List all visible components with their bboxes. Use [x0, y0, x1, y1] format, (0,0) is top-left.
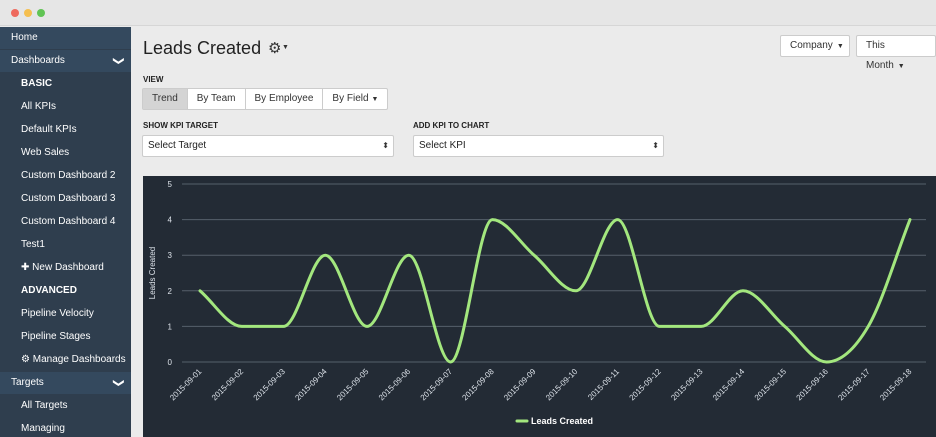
sidebar-item-label: Pipeline Stages [21, 331, 91, 342]
sidebar-item-label: All Targets [21, 400, 68, 411]
sidebar-item-web-sales[interactable]: Web Sales [0, 142, 131, 164]
sidebar: Home Dashboards ❯ BASIC All KPIs Default KPIs… [0, 27, 131, 437]
sidebar-item-label: Dashboards [11, 55, 65, 66]
x-tick-label: 2015-09-17 [836, 367, 872, 403]
kpi-target-label: SHOW KPI TARGET [143, 121, 218, 130]
gear-icon[interactable]: ⚙ [268, 39, 281, 57]
period-filter-button[interactable]: This Month ▼ [856, 35, 936, 71]
sidebar-item-managing[interactable]: Managing [0, 418, 131, 437]
y-tick-label: 4 [168, 216, 173, 225]
sidebar-item-home[interactable]: Home [0, 27, 131, 49]
sidebar-item-custom-dashboard-3[interactable]: Custom Dashboard 3 [0, 188, 131, 210]
sidebar-item-label: Targets [11, 377, 44, 388]
period-filter-label: This Month [866, 40, 894, 71]
sidebar-item-label: Custom Dashboard 4 [21, 216, 116, 227]
minimize-window-button[interactable] [24, 9, 32, 17]
sidebar-item-label: ADVANCED [21, 285, 77, 296]
tab-by-employee[interactable]: By Employee [246, 89, 324, 109]
kpi-target-value: Select Target [148, 140, 207, 151]
sidebar-item-label: ⚙ Manage Dashboards [21, 354, 126, 365]
sidebar-item-all-targets[interactable]: All Targets [0, 395, 131, 417]
company-filter-button[interactable]: Company ▼ [780, 35, 850, 57]
sidebar-item-new-dashboard[interactable]: ✚ New Dashboard [0, 257, 131, 279]
tab-by-field[interactable]: By Field ▼ [323, 89, 387, 109]
kpi-target-select[interactable]: Select Target ⬍ [142, 135, 394, 157]
x-tick-label: 2015-09-02 [210, 367, 246, 403]
sidebar-item-default-kpis[interactable]: Default KPIs [0, 119, 131, 141]
tab-by-field-label: By Field [332, 93, 369, 104]
sidebar-item-label: Custom Dashboard 2 [21, 170, 116, 181]
sidebar-item-dashboards[interactable]: Dashboards ❯ [0, 50, 131, 72]
select-arrows-icon: ⬍ [382, 141, 389, 150]
sidebar-item-label: Web Sales [21, 147, 70, 158]
sidebar-item-label: Managing [21, 423, 65, 434]
view-label: VIEW [143, 75, 164, 84]
chevron-down-icon[interactable]: ❯ [107, 378, 129, 387]
close-window-button[interactable] [11, 9, 19, 17]
x-tick-label: 2015-09-08 [460, 367, 496, 403]
x-tick-label: 2015-09-16 [795, 367, 831, 403]
sidebar-item-custom-dashboard-4[interactable]: Custom Dashboard 4 [0, 211, 131, 233]
sidebar-item-targets[interactable]: Targets ❯ [0, 372, 131, 394]
view-tabs: Trend By Team By Employee By Field ▼ [142, 88, 389, 110]
sidebar-heading-advanced: ADVANCED [0, 280, 131, 302]
maximize-window-button[interactable] [37, 9, 45, 17]
sidebar-item-manage-dashboards[interactable]: ⚙ Manage Dashboards [0, 349, 131, 371]
y-tick-label: 3 [168, 251, 173, 260]
y-tick-label: 2 [168, 287, 173, 296]
sidebar-item-all-kpis[interactable]: All KPIs [0, 96, 131, 118]
x-tick-label: 2015-09-10 [544, 367, 580, 403]
legend-label: Leads Created [531, 416, 593, 426]
caret-down-icon[interactable]: ▼ [282, 44, 289, 51]
x-tick-label: 2015-09-13 [669, 367, 705, 403]
sidebar-heading-basic: BASIC [0, 73, 131, 95]
caret-down-icon: ▼ [897, 63, 905, 70]
main-content: Leads Created ⚙ ▼ Company ▼ This Month ▼ V… [131, 27, 936, 437]
sidebar-item-label: ✚ New Dashboard [21, 262, 104, 273]
x-tick-label: 2015-09-14 [711, 367, 747, 403]
chart-panel: 0 1 2 3 4 5 Leads Created 2015-09-01 2015-09-02 2… [143, 176, 936, 437]
sidebar-item-label: Default KPIs [21, 124, 77, 135]
tab-trend[interactable]: Trend [143, 89, 188, 109]
y-tick-label: 5 [168, 180, 173, 189]
sidebar-item-label: BASIC [21, 78, 53, 89]
sidebar-item-label: Home [11, 32, 38, 43]
y-tick-label: 0 [168, 358, 173, 367]
sidebar-item-label: All KPIs [21, 101, 57, 112]
chevron-down-icon[interactable]: ❯ [107, 56, 129, 65]
x-tick-label: 2015-09-11 [586, 367, 621, 402]
sidebar-item-test1[interactable]: Test1 [0, 234, 131, 256]
y-axis-label: Leads Created [148, 247, 157, 299]
x-tick-label: 2015-09-01 [168, 367, 204, 403]
sidebar-item-label: Custom Dashboard 3 [21, 193, 116, 204]
x-tick-label: 2015-09-09 [502, 367, 538, 403]
caret-down-icon: ▼ [371, 96, 379, 103]
page-title: Leads Created [143, 38, 262, 58]
x-tick-label: 2015-09-15 [753, 367, 789, 403]
add-kpi-value: Select KPI [419, 140, 466, 151]
x-tick-label: 2015-09-07 [419, 367, 455, 403]
company-filter-label: Company [790, 40, 833, 51]
x-tick-label: 2015-09-06 [377, 367, 413, 403]
sidebar-item-pipeline-stages[interactable]: Pipeline Stages [0, 326, 131, 348]
sidebar-item-label: Test1 [21, 239, 45, 250]
y-tick-label: 1 [168, 322, 173, 331]
leads-chart: 012345Leads Created2015-09-01 2015-09-02 2… [148, 180, 926, 426]
window-titlebar [0, 0, 936, 26]
sidebar-item-pipeline-velocity[interactable]: Pipeline Velocity [0, 303, 131, 325]
select-arrows-icon: ⬍ [652, 141, 659, 150]
sidebar-item-custom-dashboard-2[interactable]: Custom Dashboard 2 [0, 165, 131, 187]
x-tick-label: 2015-09-04 [293, 367, 329, 403]
caret-down-icon: ▼ [836, 43, 844, 50]
add-kpi-select[interactable]: Select KPI ⬍ [413, 135, 664, 157]
sidebar-item-label: Pipeline Velocity [21, 308, 94, 319]
x-tick-label: 2015-09-05 [335, 367, 371, 403]
x-tick-label: 2015-09-18 [878, 367, 914, 403]
tab-by-team[interactable]: By Team [188, 89, 246, 109]
add-kpi-label: ADD KPI TO CHART [413, 121, 490, 130]
x-tick-label: 2015-09-12 [628, 367, 664, 403]
x-tick-label: 2015-09-03 [252, 367, 288, 403]
